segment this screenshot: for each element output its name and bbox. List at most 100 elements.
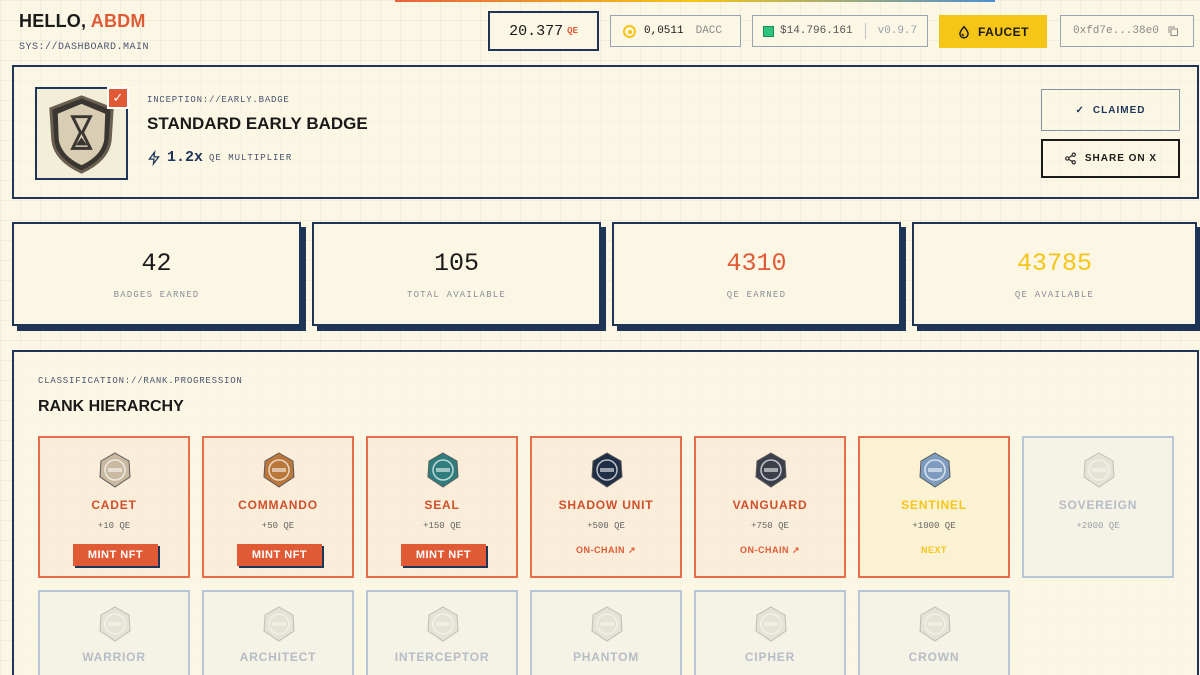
rank-classification-path: CLASSIFICATION://RANK.PROGRESSION bbox=[38, 376, 243, 386]
rank-name: CADET bbox=[91, 498, 137, 512]
stat-label: QE AVAILABLE bbox=[1014, 290, 1095, 300]
stat-total-available: 105 TOTAL AVAILABLE bbox=[312, 222, 601, 326]
stat-label: BADGES EARNED bbox=[113, 290, 200, 300]
claimed-label: CLAIMED bbox=[1092, 104, 1146, 116]
rank-points: +150 QE bbox=[423, 521, 461, 531]
status-square-icon bbox=[763, 25, 774, 37]
multiplier-label: QE MULTIPLIER bbox=[209, 152, 293, 163]
rank-points: +500 QE bbox=[587, 521, 625, 531]
rank-medal-icon bbox=[99, 606, 131, 642]
mint-nft-button[interactable]: MINT NFT bbox=[73, 544, 158, 566]
rank-tile-commando[interactable]: COMMANDO +50 QE MINT NFT bbox=[202, 436, 354, 578]
early-badge-card: ✓ INCEPTION://EARLY.BADGE STANDARD EARLY… bbox=[12, 65, 1199, 199]
rank-tile-cipher[interactable]: CIPHER bbox=[694, 590, 846, 675]
rank-name: SOVEREIGN bbox=[1058, 498, 1138, 512]
rank-name: VANGUARD bbox=[732, 498, 808, 512]
rank-medal-icon bbox=[591, 606, 623, 642]
dacc-unit: DACC bbox=[695, 25, 723, 37]
rank-medal-icon bbox=[919, 452, 951, 488]
copy-icon[interactable] bbox=[1167, 25, 1179, 37]
rank-tile-warrior[interactable]: WARRIOR bbox=[38, 590, 190, 675]
stat-qe-earned: 4310 QE EARNED bbox=[612, 222, 901, 326]
top-header: HELLO, ABDM SYS://DASHBOARD.MAIN 20.377 … bbox=[0, 0, 1200, 64]
claimed-button[interactable]: ✓ CLAIMED bbox=[1041, 89, 1180, 131]
lightning-icon bbox=[148, 149, 160, 166]
rank-medal-icon bbox=[263, 606, 295, 642]
price-box: $14.796.161 v0.9.7 bbox=[752, 15, 928, 47]
stat-qe-available: 43785 QE AVAILABLE bbox=[912, 222, 1197, 326]
dacc-value: 0,0511 bbox=[644, 25, 684, 37]
rank-medal-icon bbox=[1083, 452, 1115, 488]
qe-balance-box: 20.377 QE bbox=[488, 11, 599, 51]
rank-tile-phantom[interactable]: PHANTOM bbox=[530, 590, 682, 675]
rank-medal-icon bbox=[427, 606, 459, 642]
rank-name: PHANTOM bbox=[572, 650, 640, 664]
username: ABDM bbox=[90, 11, 146, 31]
rank-points: +1000 QE bbox=[912, 521, 956, 531]
share-icon bbox=[1064, 152, 1076, 165]
dacc-balance-box: 0,0511 DACC bbox=[610, 15, 741, 47]
rank-tile-architect[interactable]: ARCHITECT bbox=[202, 590, 354, 675]
rank-tile-vanguard[interactable]: VANGUARD +750 QE ON-CHAIN ↗ bbox=[694, 436, 846, 578]
badge-multiplier: 1.2x QE MULTIPLIER bbox=[147, 149, 292, 166]
wallet-address: 0xfd7e...38e0 bbox=[1073, 25, 1159, 37]
rank-points: +50 QE bbox=[261, 521, 295, 531]
rank-hierarchy-section: CLASSIFICATION://RANK.PROGRESSION RANK H… bbox=[12, 350, 1199, 675]
mint-nft-button[interactable]: MINT NFT bbox=[401, 544, 486, 566]
stat-badges-earned: 42 BADGES EARNED bbox=[12, 222, 301, 326]
rank-points: +10 QE bbox=[97, 521, 131, 531]
rank-tile-interceptor[interactable]: INTERCEPTOR bbox=[366, 590, 518, 675]
rank-name: INTERCEPTOR bbox=[394, 650, 490, 664]
stat-value: 4310 bbox=[726, 249, 787, 278]
coin-icon bbox=[623, 24, 636, 38]
droplet-icon bbox=[959, 25, 969, 39]
rank-points: +2000 QE bbox=[1076, 521, 1120, 531]
rank-medal-icon bbox=[99, 452, 131, 488]
faucet-label: FAUCET bbox=[978, 24, 1029, 39]
qe-balance-value: 20.377 bbox=[509, 22, 564, 40]
badge-title: STANDARD EARLY BADGE bbox=[147, 114, 368, 133]
wallet-address-button[interactable]: 0xfd7e...38e0 bbox=[1060, 15, 1194, 47]
rank-name: SEAL bbox=[424, 498, 460, 512]
stat-label: QE EARNED bbox=[726, 290, 787, 300]
divider bbox=[864, 23, 866, 39]
rank-name: SENTINEL bbox=[901, 498, 967, 512]
rank-tile-crown[interactable]: CROWN bbox=[858, 590, 1010, 675]
rank-medal-icon bbox=[263, 452, 295, 488]
rank-tile-sovereign[interactable]: SOVEREIGN +2000 QE bbox=[1022, 436, 1174, 578]
rank-points: +750 QE bbox=[751, 521, 789, 531]
next-rank-label: NEXT bbox=[920, 545, 947, 555]
faucet-button[interactable]: FAUCET bbox=[939, 15, 1047, 48]
rank-name: COMMANDO bbox=[238, 498, 318, 512]
multiplier-value: 1.2x bbox=[167, 149, 204, 166]
rank-tile-seal[interactable]: SEAL +150 QE MINT NFT bbox=[366, 436, 518, 578]
stat-value: 42 bbox=[141, 249, 172, 278]
check-icon: ✓ bbox=[1075, 104, 1085, 116]
stat-value: 105 bbox=[433, 249, 479, 278]
on-chain-link[interactable]: ON-CHAIN ↗ bbox=[696, 545, 844, 556]
on-chain-link[interactable]: ON-CHAIN ↗ bbox=[532, 545, 680, 556]
rank-medal-icon bbox=[755, 452, 787, 488]
share-label: SHARE ON X bbox=[1084, 153, 1158, 164]
stat-label: TOTAL AVAILABLE bbox=[406, 290, 506, 300]
greeting-text: HELLO, bbox=[19, 11, 87, 31]
rank-tile-shadow-unit[interactable]: SHADOW UNIT +500 QE ON-CHAIN ↗ bbox=[530, 436, 682, 578]
share-on-x-button[interactable]: SHARE ON X bbox=[1041, 139, 1180, 178]
check-icon: ✓ bbox=[107, 87, 129, 109]
rank-title: RANK HIERARCHY bbox=[38, 398, 184, 415]
rank-medal-icon bbox=[427, 452, 459, 488]
rank-medal-icon bbox=[919, 606, 951, 642]
rank-medal-icon bbox=[755, 606, 787, 642]
qe-balance-unit: QE bbox=[567, 26, 578, 36]
badge-inception-path: INCEPTION://EARLY.BADGE bbox=[147, 95, 290, 105]
rank-tile-sentinel[interactable]: SENTINEL +1000 QE NEXT bbox=[858, 436, 1010, 578]
mint-nft-button[interactable]: MINT NFT bbox=[237, 544, 322, 566]
rank-name: WARRIOR bbox=[82, 650, 146, 664]
rank-tile-cadet[interactable]: CADET +10 QE MINT NFT bbox=[38, 436, 190, 578]
rank-name: CIPHER bbox=[744, 650, 796, 664]
rank-name: ARCHITECT bbox=[239, 650, 317, 664]
rank-name: CROWN bbox=[908, 650, 960, 664]
rank-medal-icon bbox=[591, 452, 623, 488]
sys-path: SYS://DASHBOARD.MAIN bbox=[19, 42, 150, 53]
version-label: v0.9.7 bbox=[877, 25, 918, 37]
